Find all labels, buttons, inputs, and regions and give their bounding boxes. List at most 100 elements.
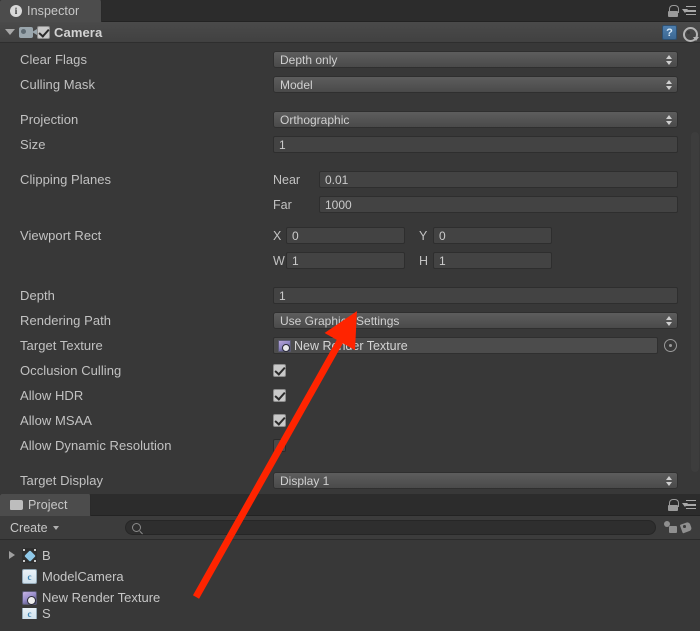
row-viewport-rect-wh: W 1 H 1: [0, 248, 700, 273]
objectfield-target-texture-value: New Render Texture: [294, 339, 408, 353]
spacer: [0, 273, 700, 283]
input-viewport-h[interactable]: 1: [433, 252, 552, 269]
chevron-updown-icon: [666, 54, 673, 66]
search-input[interactable]: [145, 522, 649, 534]
spacer: [0, 157, 700, 167]
row-projection: Projection Orthographic: [0, 107, 700, 132]
checkbox-allow-hdr[interactable]: [273, 389, 286, 402]
foldout-triangle-icon[interactable]: [4, 27, 15, 38]
label-allow-msaa: Allow MSAA: [20, 413, 273, 428]
row-target-texture: Target Texture New Render Texture: [0, 333, 700, 358]
inspector-tabbar: i Inspector: [0, 0, 700, 22]
hamburger-menu-icon[interactable]: [682, 6, 696, 17]
dropdown-projection-value: Orthographic: [280, 113, 349, 127]
camera-enabled-checkbox[interactable]: [37, 26, 50, 39]
dropdown-rendering-path[interactable]: Use Graphics Settings: [273, 312, 678, 329]
label-far: Far: [273, 198, 319, 212]
row-rendering-path: Rendering Path Use Graphics Settings: [0, 308, 700, 333]
project-search-box[interactable]: [125, 520, 656, 535]
chevron-down-icon: [53, 526, 59, 530]
row-allow-msaa: Allow MSAA: [0, 408, 700, 433]
input-viewport-y[interactable]: 0: [433, 227, 552, 244]
unity-editor-window: i Inspector Camera ? Clear Flags: [0, 0, 700, 631]
label-rendering-path: Rendering Path: [20, 313, 273, 328]
dropdown-target-display-value: Display 1: [280, 474, 329, 488]
row-culling-mask: Culling Mask Model: [0, 72, 700, 97]
list-item[interactable]: c ModelCamera: [0, 566, 700, 587]
row-size: Size 1: [0, 132, 700, 157]
component-header-controls: ?: [662, 22, 696, 43]
component-header-camera[interactable]: Camera ?: [0, 22, 700, 43]
label-depth: Depth: [20, 288, 273, 303]
checkbox-allow-msaa[interactable]: [273, 414, 286, 427]
row-allow-hdr: Allow HDR: [0, 383, 700, 408]
label-near: Near: [273, 173, 319, 187]
chevron-updown-icon: [666, 315, 673, 327]
create-button[interactable]: Create: [4, 520, 65, 536]
dropdown-clear-flags-value: Depth only: [280, 53, 337, 67]
dropdown-culling-mask-value: Model: [280, 78, 313, 92]
label-clipping-planes: Clipping Planes: [20, 172, 273, 187]
list-item-label: ModelCamera: [42, 569, 124, 584]
input-viewport-w[interactable]: 1: [286, 252, 405, 269]
lock-icon[interactable]: [667, 499, 678, 511]
row-clear-flags: Clear Flags Depth only: [0, 47, 700, 72]
row-clipping-planes-near: Clipping Planes Near 0.01: [0, 167, 700, 192]
tab-inspector[interactable]: i Inspector: [0, 0, 102, 22]
input-far[interactable]: 1000: [319, 196, 678, 213]
list-item[interactable]: c S: [0, 608, 700, 619]
component-title-camera: Camera: [54, 25, 102, 40]
label-viewport-x: X: [273, 229, 286, 243]
label-viewport-h: H: [419, 254, 433, 268]
gear-icon[interactable]: [682, 26, 696, 40]
list-item[interactable]: New Render Texture: [0, 587, 700, 608]
input-depth[interactable]: 1: [273, 287, 678, 304]
dropdown-clear-flags[interactable]: Depth only: [273, 51, 678, 68]
label-allow-hdr: Allow HDR: [20, 388, 273, 403]
input-viewport-x[interactable]: 0: [286, 227, 405, 244]
camera-icon: [19, 27, 33, 38]
cs-script-icon: c: [22, 569, 37, 584]
chevron-updown-icon: [666, 475, 673, 487]
spacer: [0, 97, 700, 107]
input-near[interactable]: 0.01: [319, 171, 678, 188]
project-asset-list: B c ModelCamera New Render Texture c S: [0, 540, 700, 628]
chevron-updown-icon: [666, 79, 673, 91]
objectfield-target-texture[interactable]: New Render Texture: [273, 337, 658, 354]
row-allow-dynamic-resolution: Allow Dynamic Resolution: [0, 433, 700, 458]
label-projection: Projection: [20, 112, 273, 127]
tab-inspector-label: Inspector: [27, 4, 79, 18]
row-depth: Depth 1: [0, 283, 700, 308]
list-item-label: New Render Texture: [42, 590, 160, 605]
render-texture-icon: [278, 340, 291, 352]
label-viewport-w: W: [273, 254, 286, 268]
checkbox-occlusion-culling[interactable]: [273, 364, 286, 377]
dropdown-rendering-path-value: Use Graphics Settings: [280, 314, 399, 328]
input-size[interactable]: 1: [273, 136, 678, 153]
filter-by-type-icon[interactable]: [662, 520, 679, 535]
row-clipping-planes-far: Far 1000: [0, 192, 700, 217]
label-target-display: Target Display: [20, 473, 273, 488]
prefab-icon: [22, 548, 37, 563]
dropdown-culling-mask[interactable]: Model: [273, 76, 678, 93]
inspector-scrollbar[interactable]: [691, 132, 699, 472]
object-picker-icon[interactable]: [664, 339, 677, 352]
checkbox-allow-dynamic-resolution[interactable]: [273, 439, 286, 452]
project-tabbar-controls: [667, 494, 696, 516]
tab-project[interactable]: Project: [0, 494, 91, 516]
label-allow-dynamic-resolution: Allow Dynamic Resolution: [20, 438, 273, 453]
tab-project-label: Project: [28, 498, 68, 512]
hamburger-menu-icon[interactable]: [682, 500, 696, 511]
list-item-label: S: [42, 608, 51, 619]
row-target-display: Target Display Display 1: [0, 468, 700, 493]
filter-by-label-icon[interactable]: [679, 520, 696, 535]
dropdown-projection[interactable]: Orthographic: [273, 111, 678, 128]
help-icon[interactable]: ?: [662, 25, 677, 40]
dropdown-target-display[interactable]: Display 1: [273, 472, 678, 489]
label-viewport-rect: Viewport Rect: [20, 228, 273, 243]
list-item[interactable]: B: [0, 545, 700, 566]
chevron-updown-icon: [666, 114, 673, 126]
render-texture-icon: [22, 591, 37, 605]
expand-triangle-icon[interactable]: [6, 550, 17, 561]
lock-icon[interactable]: [667, 5, 678, 17]
